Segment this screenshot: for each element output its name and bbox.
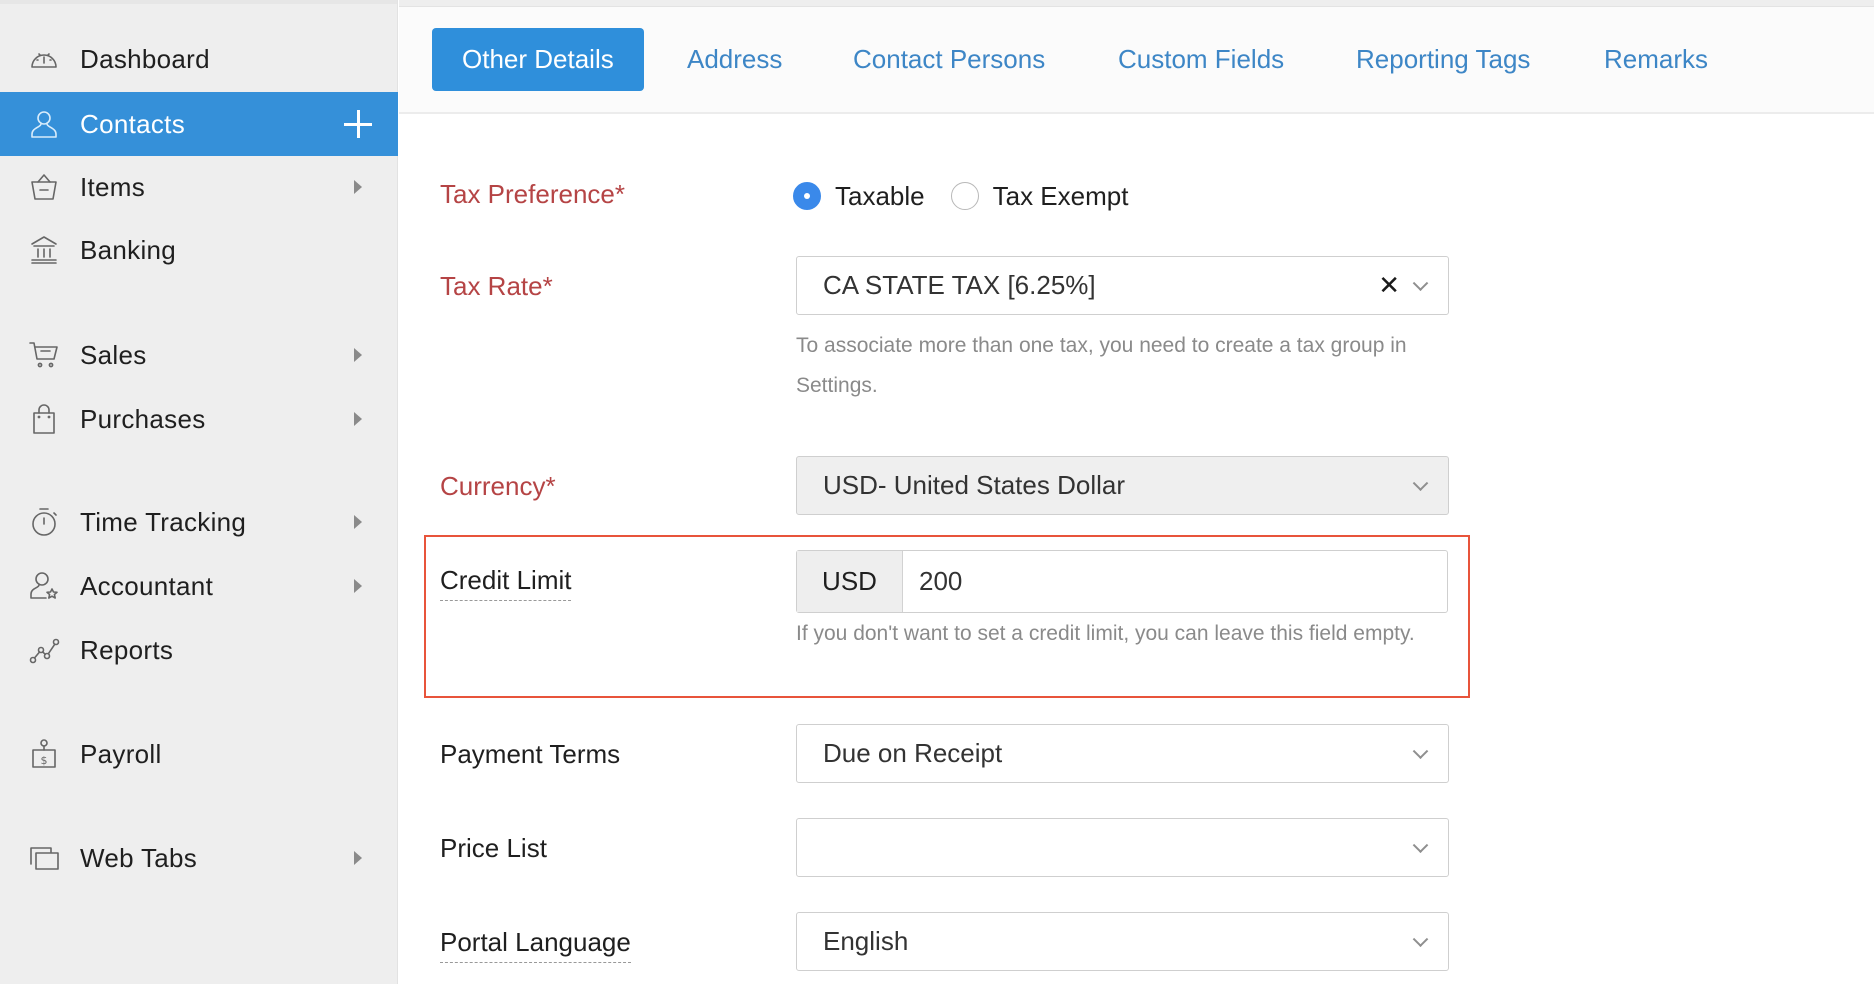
chevron-right-icon[interactable] xyxy=(354,851,362,865)
tab-bar: Other Details Address Contact Persons Cu… xyxy=(399,0,1874,114)
tab-reporting-tags[interactable]: Reporting Tags xyxy=(1356,28,1530,91)
currency-addon: USD xyxy=(797,551,903,612)
sidebar-item-label: Contacts xyxy=(80,108,186,139)
sidebar-item-label: Banking xyxy=(80,234,177,265)
chevron-down-icon[interactable] xyxy=(1412,274,1429,291)
chevron-down-icon[interactable] xyxy=(1412,742,1429,759)
chevron-right-icon[interactable] xyxy=(354,515,362,529)
payment-terms-value: Due on Receipt xyxy=(823,738,1003,768)
chevron-down-icon[interactable] xyxy=(1412,836,1429,853)
chevron-right-icon[interactable] xyxy=(354,412,362,426)
tab-other-details[interactable]: Other Details xyxy=(432,28,644,91)
user-icon xyxy=(28,108,60,140)
price-list-select[interactable] xyxy=(796,818,1449,877)
bank-icon xyxy=(28,234,60,266)
dashboard-icon xyxy=(28,43,60,75)
chevron-right-icon[interactable] xyxy=(354,579,362,593)
sidebar-item-label: Accountant xyxy=(80,570,214,601)
tab-bar-top-strip xyxy=(399,0,1874,7)
sidebar-item-accountant[interactable]: Accountant xyxy=(0,554,398,618)
credit-limit-help-text: If you don't want to set a credit limit,… xyxy=(796,622,1415,645)
price-list-label: Price List xyxy=(440,833,547,863)
accountant-icon xyxy=(28,570,60,602)
tab-custom-fields[interactable]: Custom Fields xyxy=(1118,28,1284,91)
sidebar-item-contacts[interactable]: Contacts xyxy=(0,92,398,156)
sidebar-item-label: Items xyxy=(80,171,146,202)
sidebar-item-label: Purchases xyxy=(80,403,206,434)
reports-icon xyxy=(28,634,60,666)
tab-contact-persons[interactable]: Contact Persons xyxy=(853,28,1045,91)
tax-preference-label: Tax Preference* xyxy=(440,179,625,209)
taxable-radio-label: Taxable xyxy=(835,180,925,211)
chevron-right-icon[interactable] xyxy=(354,180,362,194)
payment-terms-label: Payment Terms xyxy=(440,739,621,769)
chevron-down-icon[interactable] xyxy=(1412,930,1429,947)
sidebar-item-time-tracking[interactable]: Time Tracking xyxy=(0,490,398,554)
chevron-down-icon[interactable] xyxy=(1412,474,1429,491)
payroll-icon: $ xyxy=(28,738,60,770)
sidebar-item-label: Time Tracking xyxy=(80,506,247,537)
sidebar-item-banking[interactable]: Banking xyxy=(0,218,398,282)
sidebar-item-label: Reports xyxy=(80,634,174,665)
currency-select[interactable]: USD- United States Dollar xyxy=(796,456,1449,515)
currency-label: Currency* xyxy=(440,471,556,501)
sidebar-item-purchases[interactable]: Purchases xyxy=(0,387,398,451)
credit-limit-input[interactable] xyxy=(903,551,1447,612)
portal-language-select[interactable]: English xyxy=(796,912,1449,971)
radio-unchecked-icon[interactable] xyxy=(950,182,979,210)
shopping-bag-icon xyxy=(28,403,60,435)
sidebar-item-sales[interactable]: Sales xyxy=(0,323,398,387)
tax-exempt-radio[interactable]: Tax Exempt xyxy=(950,180,1129,212)
stopwatch-icon xyxy=(28,506,60,538)
credit-limit-label: Credit Limit xyxy=(440,565,572,601)
sidebar-item-web-tabs[interactable]: Web Tabs xyxy=(0,826,398,890)
tab-address[interactable]: Address xyxy=(687,28,782,91)
sidebar-item-payroll[interactable]: $ Payroll xyxy=(0,722,398,786)
tax-rate-select[interactable]: CA STATE TAX [6.25%] ✕ xyxy=(796,256,1449,315)
basket-icon xyxy=(28,171,60,203)
sidebar: Dashboard Contacts Items Banking Sales P… xyxy=(0,0,398,984)
sidebar-item-label: Dashboard xyxy=(80,43,210,74)
sidebar-item-items[interactable]: Items xyxy=(0,155,398,219)
sidebar-top-strip xyxy=(0,0,397,4)
tax-exempt-radio-label: Tax Exempt xyxy=(992,180,1129,211)
payment-terms-select[interactable]: Due on Receipt xyxy=(796,724,1449,783)
chevron-right-icon[interactable] xyxy=(354,348,362,362)
clear-icon[interactable]: ✕ xyxy=(1378,271,1400,301)
tax-rate-value: CA STATE TAX [6.25%] xyxy=(823,270,1096,300)
sidebar-item-dashboard[interactable]: Dashboard xyxy=(0,27,398,91)
credit-limit-field: USD xyxy=(796,550,1448,613)
tax-rate-help-text: To associate more than one tax, you need… xyxy=(796,334,1407,397)
plus-icon[interactable] xyxy=(344,110,372,138)
currency-value: USD- United States Dollar xyxy=(823,470,1125,500)
tab-remarks[interactable]: Remarks xyxy=(1604,28,1708,91)
svg-text:$: $ xyxy=(41,754,48,767)
sidebar-item-label: Payroll xyxy=(80,738,162,769)
tax-rate-label: Tax Rate* xyxy=(440,271,553,301)
taxable-radio[interactable]: Taxable xyxy=(793,181,925,212)
sidebar-item-label: Sales xyxy=(80,339,147,370)
sidebar-item-reports[interactable]: Reports xyxy=(0,618,398,682)
sidebar-item-label: Web Tabs xyxy=(80,842,198,873)
radio-checked-icon[interactable] xyxy=(793,182,821,210)
web-tabs-icon xyxy=(28,842,60,874)
tax-preference-radio-group: Taxable Tax Exempt xyxy=(793,178,1154,214)
portal-language-label: Portal Language xyxy=(440,927,631,963)
cart-icon xyxy=(28,339,60,371)
portal-language-value: English xyxy=(823,926,909,956)
